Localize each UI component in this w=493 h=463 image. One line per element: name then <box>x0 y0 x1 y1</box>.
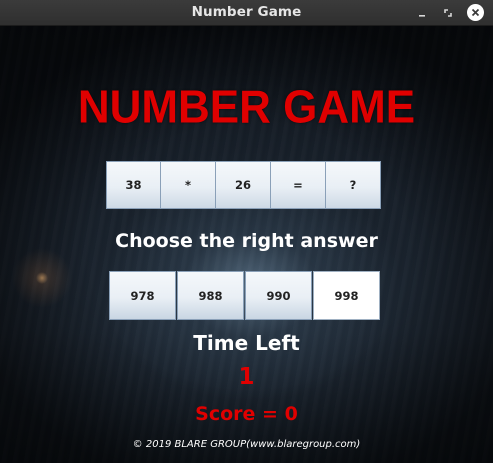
maximize-icon <box>444 9 452 17</box>
app-window: Number Game NUMBER GAME 38 * 26 = ? Choo… <box>0 0 493 463</box>
score-display: Score = 0 <box>195 403 298 425</box>
operator: * <box>161 161 216 209</box>
game-title: NUMBER GAME <box>77 81 416 134</box>
copyright-footer: © 2019 BLARE GROUP(www.blaregroup.com) <box>132 439 361 450</box>
answer-button-2[interactable]: 988 <box>177 271 244 320</box>
operand-left: 38 <box>106 161 161 209</box>
equals-sign: = <box>271 161 326 209</box>
operand-right: 26 <box>216 161 271 209</box>
minimize-icon <box>419 15 425 17</box>
title-bar[interactable]: Number Game <box>0 0 493 26</box>
time-left-value: 1 <box>238 364 255 390</box>
maximize-button[interactable] <box>440 5 456 21</box>
time-left-label: Time Left <box>193 331 300 355</box>
answer-button-1[interactable]: 978 <box>109 271 176 320</box>
close-icon <box>471 8 480 17</box>
answer-button-4[interactable]: 998 <box>313 271 380 320</box>
prompt-text: Choose the right answer <box>115 230 378 252</box>
answer-button-3[interactable]: 990 <box>245 271 312 320</box>
equation-row: 38 * 26 = ? <box>106 161 381 209</box>
close-button[interactable] <box>467 4 484 21</box>
minimize-button[interactable] <box>414 5 430 21</box>
result-placeholder: ? <box>326 161 381 209</box>
answer-options: 978 988 990 998 <box>109 271 380 320</box>
